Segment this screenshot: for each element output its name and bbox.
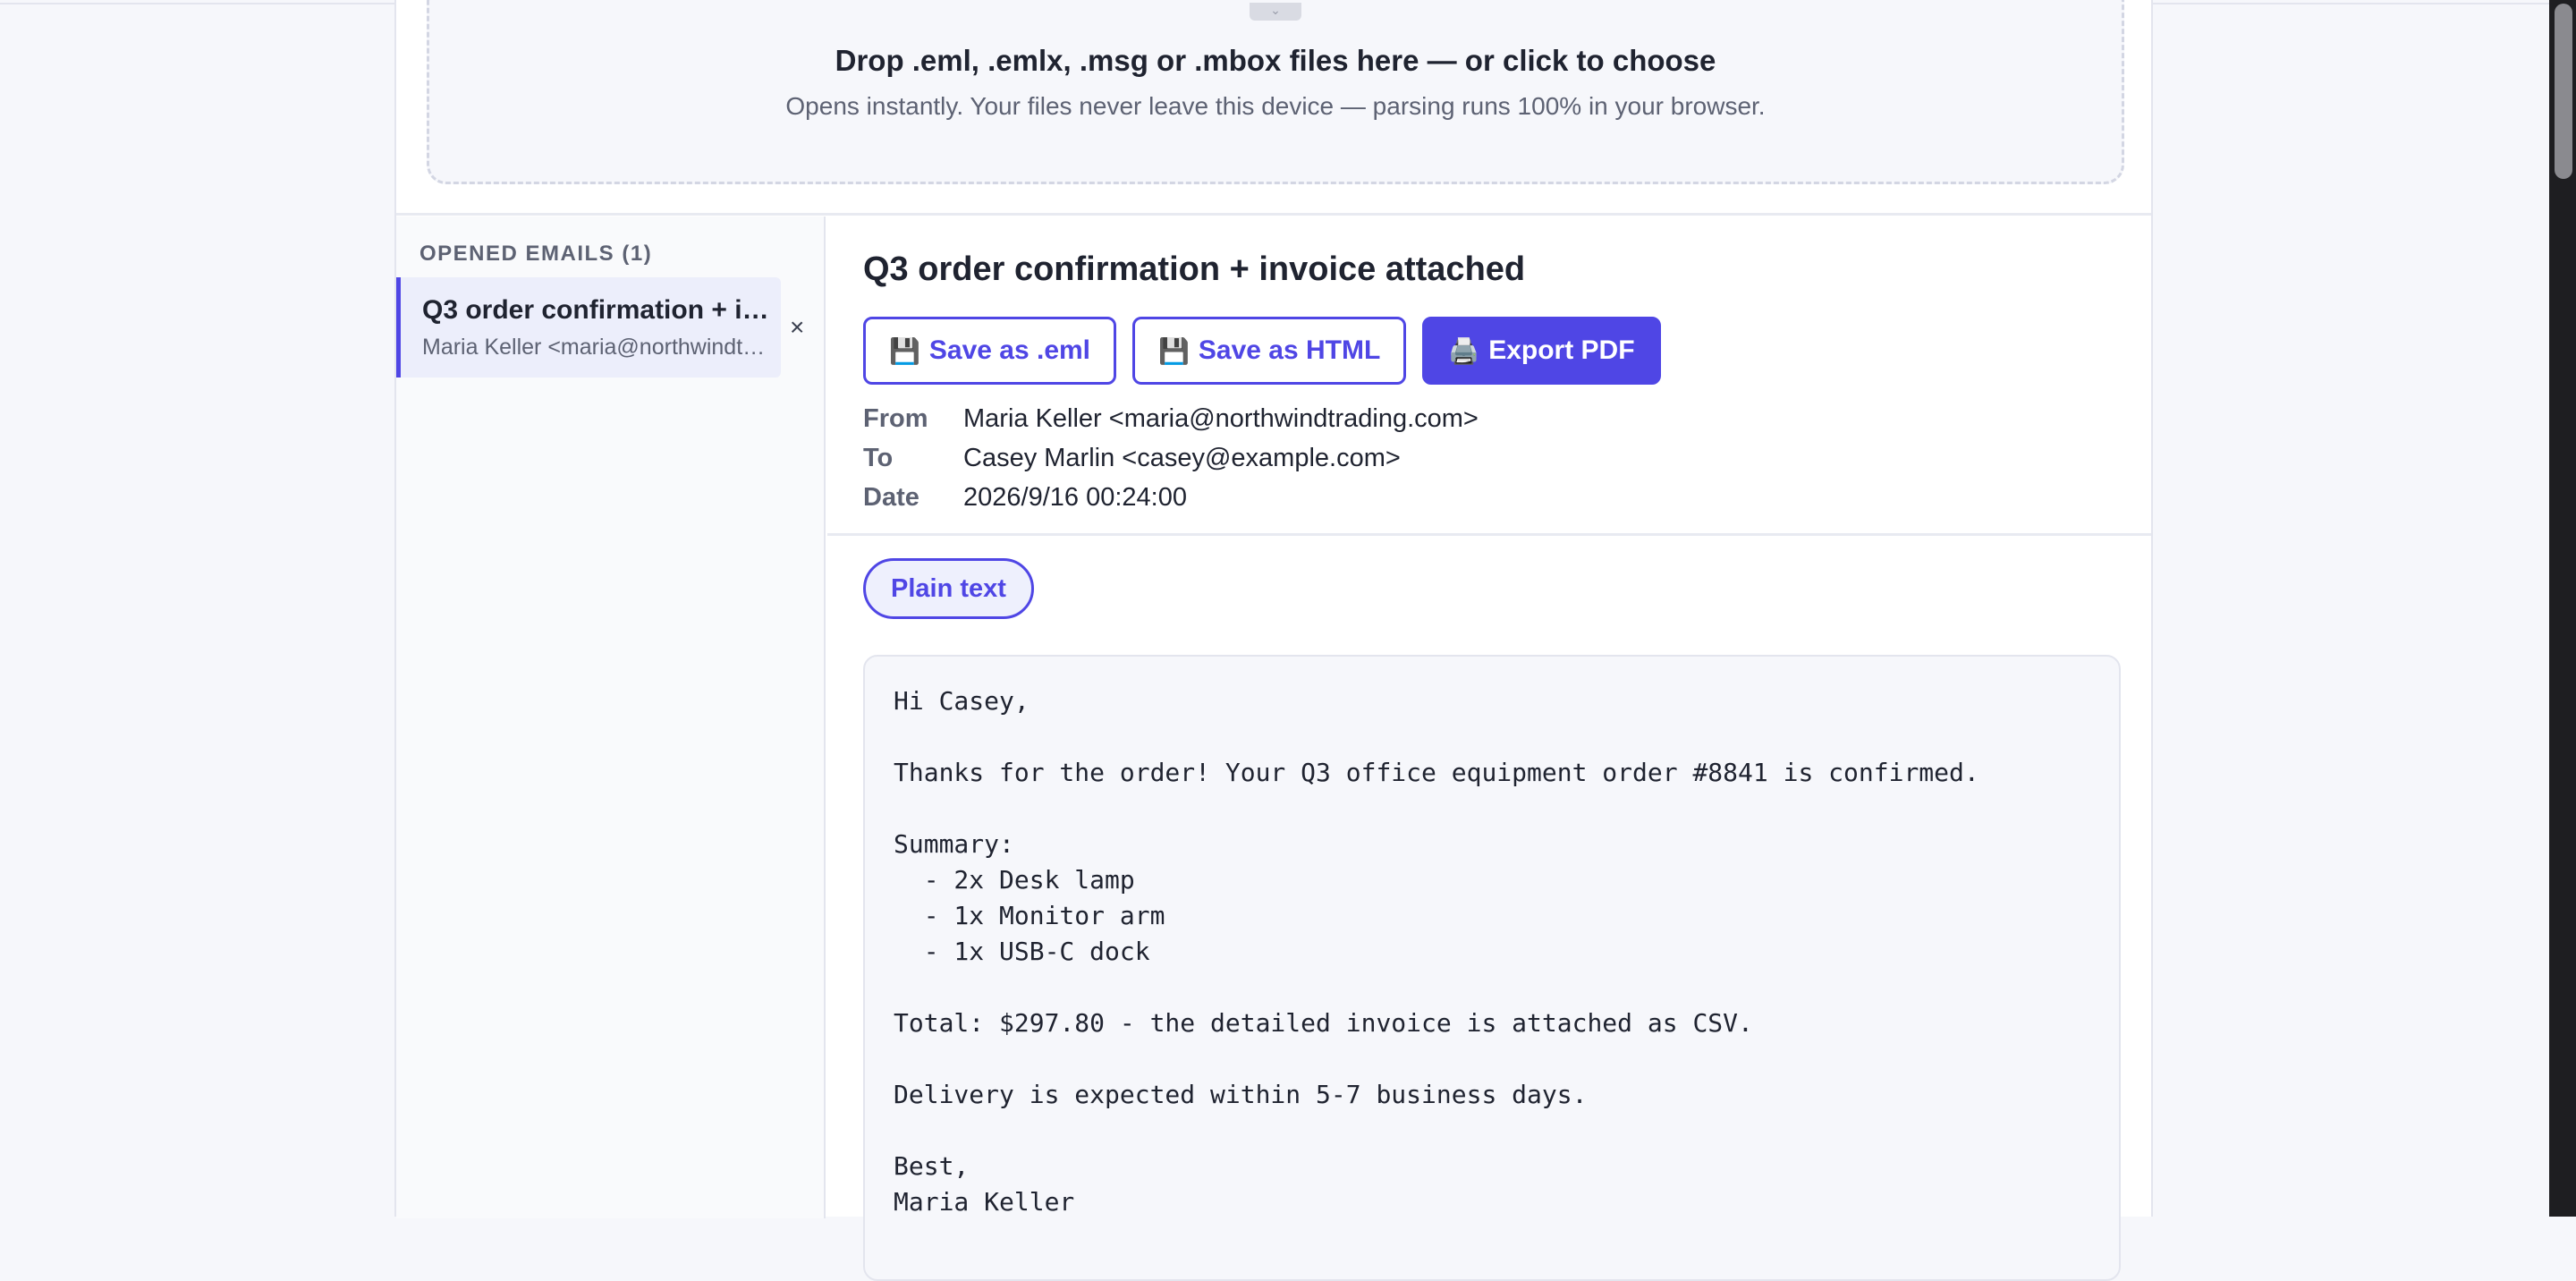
- opened-emails-sidebar: OPENED EMAILS (1) Q3 order confirmation …: [396, 216, 826, 1218]
- export-pdf-button[interactable]: 🖨️ Export PDF: [1422, 317, 1661, 385]
- close-email-icon[interactable]: ×: [790, 313, 804, 342]
- email-body: Hi Casey, Thanks for the order! Your Q3 …: [863, 655, 2121, 1281]
- email-list-item[interactable]: Q3 order confirmation + invoice attached…: [396, 277, 781, 378]
- to-row: To Casey Marlin <casey@example.com>: [863, 438, 1479, 478]
- dropzone-subtitle: Opens instantly. Your files never leave …: [785, 92, 1766, 120]
- page-scrollbar[interactable]: [2549, 0, 2576, 1217]
- email-item-sender: Maria Keller <maria@northwindtrading.com…: [422, 335, 771, 360]
- from-value: Maria Keller <maria@northwindtrading.com…: [963, 404, 1479, 433]
- floppy-disk-icon: 💾: [889, 336, 920, 365]
- app-card: ⌄ Drop .eml, .emlx, .msg or .mbox files …: [394, 0, 2153, 1281]
- save-html-button[interactable]: 💾 Save as HTML: [1132, 317, 1407, 385]
- email-viewer: Q3 order confirmation + invoice attached…: [827, 216, 2151, 1281]
- floppy-disk-icon: 💾: [1158, 336, 1190, 365]
- date-row: Date 2026/9/16 00:24:00: [863, 478, 1479, 517]
- upload-icon: ⌄: [1250, 3, 1301, 21]
- from-row: From Maria Keller <maria@northwindtradin…: [863, 399, 1479, 438]
- printer-icon: 🖨️: [1448, 336, 1480, 365]
- email-subject-title: Q3 order confirmation + invoice attached: [863, 250, 1526, 288]
- plain-text-tab[interactable]: Plain text: [863, 558, 1034, 619]
- date-label: Date: [863, 483, 919, 512]
- from-label: From: [863, 404, 928, 433]
- sidebar-heading: OPENED EMAILS (1): [419, 242, 653, 266]
- email-item-subject: Q3 order confirmation + invoice attached: [422, 295, 771, 325]
- email-actions: 💾 Save as .eml 💾 Save as HTML 🖨️ Export …: [863, 317, 1661, 385]
- save-eml-label: Save as .eml: [928, 335, 1091, 365]
- dropzone-title: Drop .eml, .emlx, .msg or .mbox files he…: [835, 44, 1716, 77]
- to-value: Casey Marlin <casey@example.com>: [963, 444, 1401, 472]
- email-headers: From Maria Keller <maria@northwindtradin…: [863, 399, 1479, 517]
- email-body-text: Hi Casey, Thanks for the order! Your Q3 …: [894, 686, 1979, 1217]
- file-dropzone[interactable]: ⌄ Drop .eml, .emlx, .msg or .mbox files …: [427, 0, 2124, 184]
- to-label: To: [863, 444, 894, 472]
- export-pdf-label: Export PDF: [1488, 335, 1635, 365]
- save-html-label: Save as HTML: [1198, 335, 1381, 365]
- save-eml-button[interactable]: 💾 Save as .eml: [863, 317, 1117, 385]
- scrollbar-thumb[interactable]: [2555, 4, 2572, 179]
- date-value: 2026/9/16 00:24:00: [963, 483, 1187, 512]
- section-divider: [396, 213, 2151, 216]
- header-divider: [827, 533, 2151, 536]
